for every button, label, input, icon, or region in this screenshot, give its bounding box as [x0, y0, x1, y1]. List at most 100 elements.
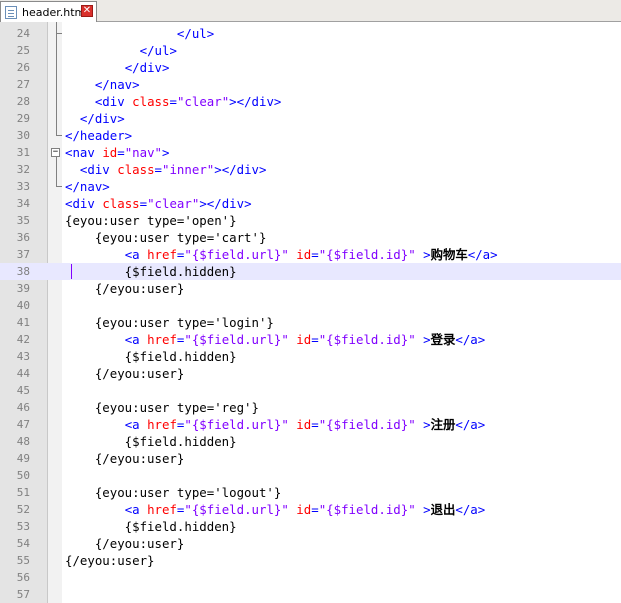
code-text: </ul>: [65, 25, 214, 42]
code-text: <div class="inner"></div>: [65, 161, 267, 178]
code-line[interactable]: 24 </ul>: [0, 25, 621, 42]
code-text: {eyou:user type='reg'}: [65, 399, 259, 416]
code-token: ></div>: [214, 162, 267, 177]
code-text: {eyou:user type='logout'}: [65, 484, 282, 501]
code-token: <div: [65, 196, 103, 211]
code-text: <a href="{$field.url}" id="{$field.id}" …: [65, 501, 486, 518]
code-line[interactable]: 31 <nav id="nav">: [0, 144, 621, 161]
code-line[interactable]: 32 <div class="inner"></div>: [0, 161, 621, 178]
code-line[interactable]: 26 </div>: [0, 59, 621, 76]
code-token: {eyou:user type='reg'}: [65, 400, 259, 415]
code-token: id: [296, 332, 312, 347]
code-text: {/eyou:user}: [65, 535, 185, 552]
code-token: 注册: [430, 417, 456, 432]
code-line[interactable]: 39 {/eyou:user}: [0, 280, 621, 297]
code-line[interactable]: 33 </nav>: [0, 178, 621, 195]
tab-header-htm[interactable]: header.htm ✕: [0, 1, 97, 22]
code-line[interactable]: 57: [0, 586, 621, 603]
code-text: </header>: [65, 127, 132, 144]
code-token: {/eyou:user}: [65, 553, 155, 568]
code-line[interactable]: 49 {/eyou:user}: [0, 450, 621, 467]
code-line[interactable]: 51 {eyou:user type='logout'}: [0, 484, 621, 501]
code-line[interactable]: 52 <a href="{$field.url}" id="{$field.id…: [0, 501, 621, 518]
code-text: <div class="clear"></div>: [65, 195, 252, 212]
code-text: {$field.hidden}: [65, 263, 237, 280]
code-token: {$field.hidden}: [65, 349, 237, 364]
code-token: href: [147, 332, 177, 347]
code-line[interactable]: 41 {eyou:user type='login'}: [0, 314, 621, 331]
code-token: "{$field.id}": [318, 417, 416, 432]
code-line[interactable]: 44 {/eyou:user}: [0, 365, 621, 382]
code-line[interactable]: 56: [0, 569, 621, 586]
code-line[interactable]: 50: [0, 467, 621, 484]
code-line[interactable]: 28 <div class="clear"></div>: [0, 93, 621, 110]
line-number: 56: [16, 571, 30, 584]
code-line[interactable]: 36 {eyou:user type='cart'}: [0, 229, 621, 246]
code-line[interactable]: 48 {$field.hidden}: [0, 433, 621, 450]
tab-label: header.htm: [22, 5, 86, 19]
code-token: <div: [94, 94, 133, 109]
line-number: 34: [16, 197, 30, 210]
code-text: <div class="clear"></div>: [65, 93, 282, 110]
line-number: 31: [16, 146, 30, 159]
code-token: </ul>: [176, 26, 215, 41]
line-number: 44: [16, 367, 30, 380]
code-line[interactable]: 37 <a href="{$field.url}" id="{$field.id…: [0, 246, 621, 263]
code-line[interactable]: 47 <a href="{$field.url}" id="{$field.id…: [0, 416, 621, 433]
code-text: </div>: [65, 110, 125, 127]
code-token: id: [102, 145, 118, 160]
code-line[interactable]: 35 {eyou:user type='open'}: [0, 212, 621, 229]
code-line[interactable]: 45: [0, 382, 621, 399]
code-line[interactable]: 29 </div>: [0, 110, 621, 127]
code-token: =: [311, 247, 319, 262]
code-text: {/eyou:user}: [65, 450, 185, 467]
fold-end-tick: [56, 135, 62, 136]
line-number: 30: [16, 129, 30, 142]
line-number: 45: [16, 384, 30, 397]
code-text: {/eyou:user}: [65, 280, 185, 297]
code-line[interactable]: 54 {/eyou:user}: [0, 535, 621, 552]
line-number: 46: [16, 401, 30, 414]
code-token: =: [139, 196, 148, 211]
code-token: id: [296, 247, 312, 262]
code-text: {/eyou:user}: [65, 365, 185, 382]
code-line[interactable]: 30 </header>: [0, 127, 621, 144]
line-number: 50: [16, 469, 30, 482]
fold-end-tick: [56, 33, 62, 34]
line-number: 52: [16, 503, 30, 516]
close-tab-icon[interactable]: ✕: [81, 5, 93, 17]
code-token: {eyou:user type='login'}: [65, 315, 274, 330]
code-line[interactable]: 53 {$field.hidden}: [0, 518, 621, 535]
code-token: "clear": [176, 94, 230, 109]
code-token: ></div>: [199, 196, 252, 211]
code-line[interactable]: 38 {$field.hidden}: [0, 263, 621, 280]
code-token: class: [117, 162, 155, 177]
code-token: 购物车: [430, 247, 468, 262]
code-line[interactable]: 40: [0, 297, 621, 314]
code-line[interactable]: 25 </ul>: [0, 42, 621, 59]
code-token: <a: [124, 332, 148, 347]
code-line[interactable]: 43 {$field.hidden}: [0, 348, 621, 365]
code-line[interactable]: 34 <div class="clear"></div>: [0, 195, 621, 212]
code-text: </ul>: [65, 42, 177, 59]
code-text: </nav>: [65, 178, 110, 195]
code-editor[interactable]: 24 </ul> 25 </ul> 26 </div> 27 </nav> 28 <di…: [0, 22, 621, 603]
fold-toggle-icon[interactable]: −: [51, 148, 60, 157]
code-token: <div: [79, 162, 118, 177]
code-text: {$field.hidden}: [65, 433, 237, 450]
code-line[interactable]: 42 <a href="{$field.url}" id="{$field.id…: [0, 331, 621, 348]
code-line[interactable]: 55 {/eyou:user}: [0, 552, 621, 569]
line-number: 39: [16, 282, 30, 295]
code-line[interactable]: 27 </nav>: [0, 76, 621, 93]
code-line[interactable]: 46 {eyou:user type='reg'}: [0, 399, 621, 416]
code-token: ></div>: [229, 94, 282, 109]
code-token: 退出: [430, 502, 456, 517]
code-token: </a>: [455, 502, 486, 517]
code-token: </a>: [455, 417, 486, 432]
code-token: >: [415, 247, 431, 262]
code-token: {$field.hidden}: [65, 434, 237, 449]
